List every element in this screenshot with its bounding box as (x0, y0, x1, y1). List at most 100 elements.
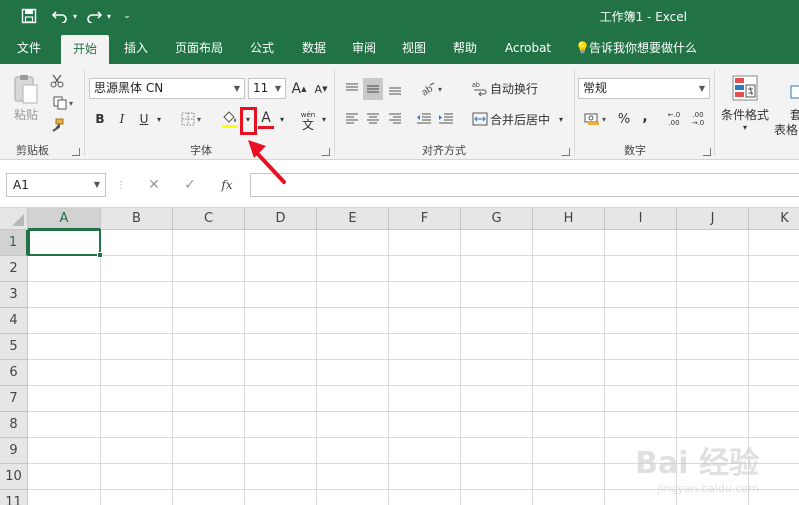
column-header[interactable]: H (533, 208, 605, 230)
column-header[interactable]: E (317, 208, 389, 230)
increase-indent-icon[interactable] (436, 109, 456, 129)
merge-center-button[interactable]: 合并后居中 (490, 109, 554, 129)
number-launcher-icon[interactable] (703, 148, 711, 156)
increase-decimal-button[interactable]: ←.0 .00 (664, 108, 684, 130)
font-size-dropdown[interactable]: 11 ▼ (248, 78, 286, 99)
cancel-icon[interactable]: ✕ (140, 174, 168, 196)
font-name-value: 思源黑体 CN (94, 81, 164, 95)
tell-me-search[interactable]: 💡告诉我你想要做什么 (575, 32, 715, 64)
alignment-launcher-icon[interactable] (562, 148, 570, 156)
watermark-main: Bai 经验 (635, 446, 759, 481)
align-top-icon[interactable] (342, 78, 362, 100)
align-right-icon[interactable] (385, 109, 405, 129)
tab-page-layout[interactable]: 页面布局 (168, 32, 230, 64)
name-box[interactable]: A1 ▼ (6, 173, 106, 197)
tab-data[interactable]: 数据 (292, 32, 336, 64)
fill-handle[interactable] (97, 252, 103, 258)
align-bottom-icon[interactable] (385, 78, 405, 100)
paste-button-label[interactable]: 粘贴 (8, 106, 44, 122)
undo-icon[interactable] (50, 7, 70, 25)
increase-font-size-icon[interactable]: A ▲ (290, 79, 308, 99)
cut-icon[interactable] (48, 72, 66, 90)
align-center-icon[interactable] (363, 109, 383, 129)
wrap-text-button[interactable]: 自动换行 (490, 78, 550, 98)
format-as-table-icon[interactable] (790, 84, 799, 100)
row-header[interactable]: 3 (0, 282, 28, 308)
tab-formulas[interactable]: 公式 (240, 32, 284, 64)
underline-button[interactable]: U (136, 110, 152, 128)
underline-dropdown-icon[interactable]: ▾ (154, 110, 164, 128)
row-header[interactable]: 9 (0, 438, 28, 464)
accounting-format-icon[interactable]: ▾ (580, 109, 610, 129)
decrease-decimal-button[interactable]: .00 →.0 (688, 108, 708, 130)
row-header[interactable]: 1 (0, 230, 28, 256)
row-header[interactable]: 5 (0, 334, 28, 360)
row-header[interactable]: 10 (0, 464, 28, 490)
insert-function-icon[interactable]: fx (212, 174, 242, 196)
tab-acrobat[interactable]: Acrobat (498, 32, 558, 64)
merge-dropdown-icon[interactable]: ▾ (556, 109, 566, 129)
active-cell-a1[interactable] (28, 229, 103, 258)
tab-insert[interactable]: 插入 (114, 32, 158, 64)
column-header[interactable]: B (101, 208, 173, 230)
highlight-box (240, 107, 257, 135)
number-format-dropdown[interactable]: 常规 ▼ (578, 78, 710, 99)
format-as-table-label[interactable]: 表格 (774, 122, 799, 137)
tab-help[interactable]: 帮助 (443, 32, 487, 64)
column-header[interactable]: A (28, 208, 101, 230)
redo-dropdown-icon[interactable]: ▾ (104, 7, 114, 25)
column-header[interactable]: D (245, 208, 317, 230)
row-header[interactable]: 4 (0, 308, 28, 334)
row-header[interactable]: 11 (0, 490, 28, 505)
decrease-font-size-icon[interactable]: A ▼ (312, 79, 330, 99)
select-all-button[interactable] (0, 208, 28, 230)
font-color-icon[interactable]: A (256, 108, 276, 130)
column-header[interactable]: K (749, 208, 799, 230)
row-header[interactable]: 6 (0, 360, 28, 386)
row-header[interactable]: 7 (0, 386, 28, 412)
orientation-icon[interactable]: ab ▾ (416, 78, 446, 100)
font-name-dropdown[interactable]: 思源黑体 CN ▼ (89, 78, 245, 99)
phonetic-guide-icon[interactable]: wén 文 (298, 108, 318, 132)
decrease-indent-icon[interactable] (414, 109, 434, 129)
align-middle-icon[interactable] (363, 78, 383, 100)
tab-file[interactable]: 文件 (6, 32, 52, 64)
save-icon[interactable] (18, 7, 40, 25)
borders-icon[interactable]: ▾ (176, 110, 206, 128)
column-header[interactable]: F (389, 208, 461, 230)
column-header[interactable]: I (605, 208, 677, 230)
percent-style-button[interactable]: % (615, 109, 633, 129)
column-header[interactable]: C (173, 208, 245, 230)
font-color-dropdown-icon[interactable]: ▾ (277, 110, 287, 128)
paste-icon[interactable] (8, 72, 44, 106)
wrap-text-icon[interactable]: ab (470, 76, 490, 100)
undo-dropdown-icon[interactable]: ▾ (70, 7, 80, 25)
conditional-formatting-button[interactable]: 条件格式 (718, 106, 772, 122)
enter-icon[interactable]: ✓ (176, 174, 204, 196)
formula-input[interactable] (250, 173, 799, 197)
tell-me-label: 告诉我你想要做什么 (589, 41, 698, 55)
row-header[interactable]: 2 (0, 256, 28, 282)
column-header[interactable]: J (677, 208, 749, 230)
conditional-formatting-dropdown-icon[interactable]: ▾ (740, 122, 750, 132)
tab-home[interactable]: 开始 (61, 35, 109, 64)
align-left-icon[interactable] (342, 109, 362, 129)
tab-review[interactable]: 审阅 (342, 32, 386, 64)
merge-center-icon[interactable] (470, 108, 490, 130)
row-header[interactable]: 8 (0, 412, 28, 438)
font-launcher-icon[interactable] (322, 148, 330, 156)
phonetic-dropdown-icon[interactable]: ▾ (319, 110, 329, 128)
fill-color-icon[interactable] (220, 108, 240, 130)
tab-view[interactable]: 视图 (392, 32, 436, 64)
comma-style-button[interactable]: , (638, 107, 652, 127)
column-header[interactable]: G (461, 208, 533, 230)
customize-quick-access-icon[interactable]: ⌄ (120, 7, 134, 25)
copy-icon[interactable]: ▾ (48, 94, 78, 112)
redo-icon[interactable] (84, 7, 104, 25)
bold-button[interactable]: B (92, 110, 108, 128)
conditional-formatting-icon[interactable] (728, 72, 762, 104)
clipboard-launcher-icon[interactable] (72, 148, 80, 156)
format-painter-icon[interactable] (48, 116, 66, 134)
formula-bar-splitter-icon[interactable]: ⋮ (116, 174, 126, 196)
italic-button[interactable]: I (114, 110, 130, 128)
